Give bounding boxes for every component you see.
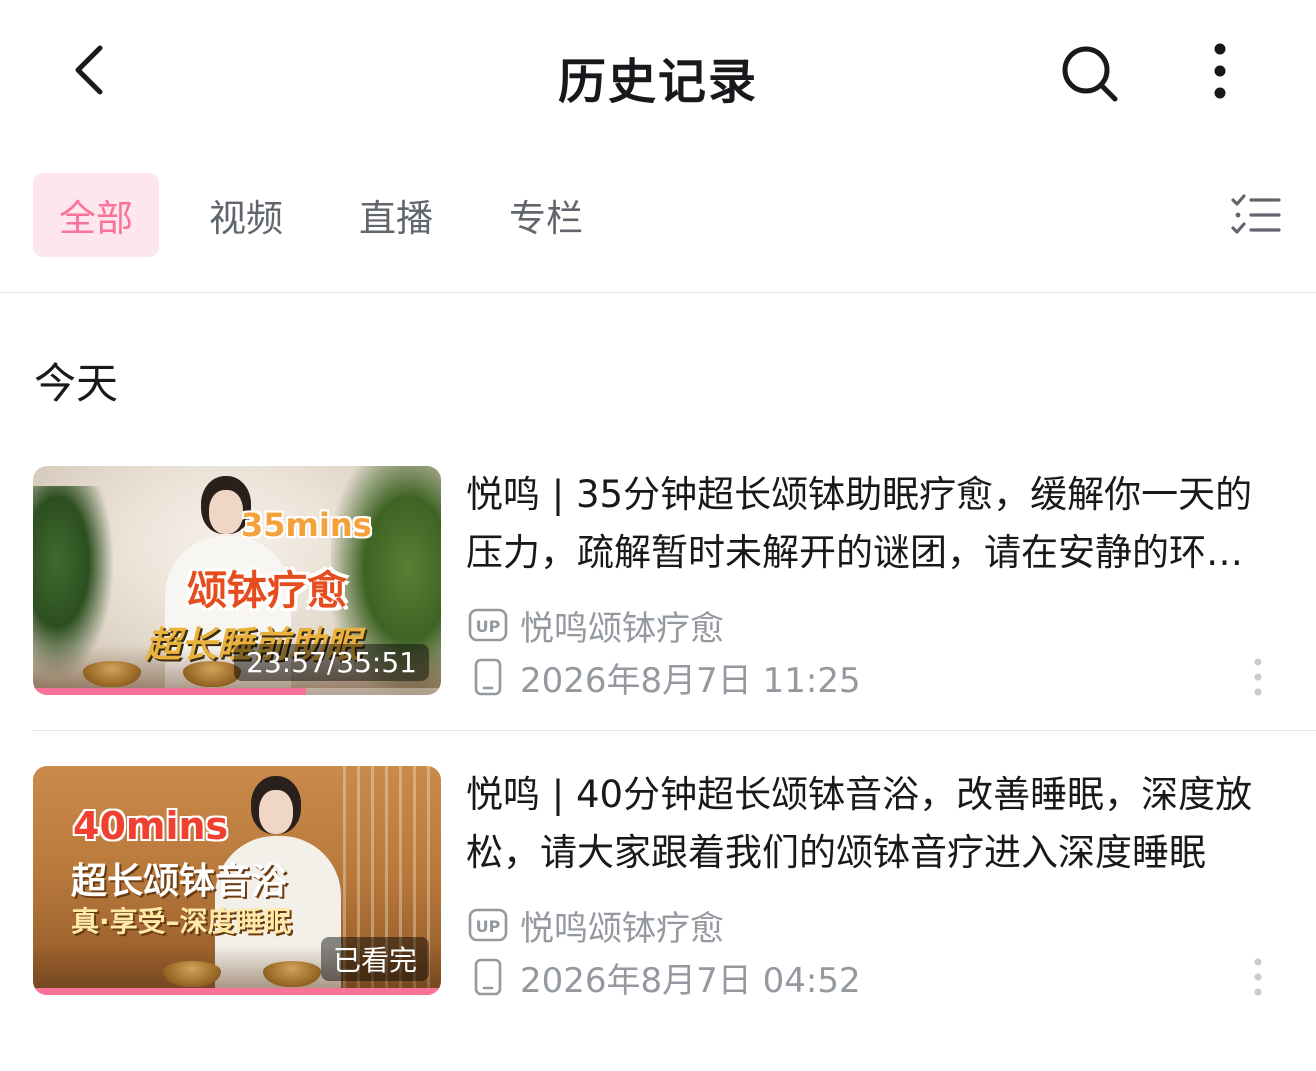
author-name: 悦鸣颂钵疗愈	[520, 908, 724, 949]
section-title-today: 今天	[34, 359, 119, 408]
video-title[interactable]: 悦鸣 | 40分钟超长颂钵音浴，改善睡眠，深度放松，请大家跟着我们的颂钵音疗进入…	[466, 766, 1276, 882]
thumbnail-text: 40mins	[73, 804, 229, 848]
progress-label: 已看完	[320, 937, 429, 981]
item-more-button[interactable]	[1238, 652, 1278, 702]
filter-tabs: 全部 视频 直播 专栏	[0, 170, 1316, 260]
author-row[interactable]: UP 悦鸣颂钵疗愈	[468, 902, 724, 949]
history-item[interactable]: 40mins 超长颂钵音浴 真·享受–深度睡眠 已看完 悦鸣 | 40分钟超长颂…	[0, 766, 1316, 1001]
history-item[interactable]: 35mins 颂钵疗愈 超长睡前助眠 23:57/35:51 悦鸣 | 35分钟…	[0, 466, 1316, 701]
watch-time-row: 2026年8月7日 11:25	[468, 654, 861, 701]
thumbnail-text: 35mins	[241, 506, 372, 544]
author-row[interactable]: UP 悦鸣颂钵疗愈	[468, 602, 724, 649]
progress-bar-fill	[33, 688, 306, 695]
search-button[interactable]	[1056, 40, 1122, 106]
thumbnail-text: 真·享受–深度睡眠	[71, 905, 292, 938]
more-vertical-icon	[1254, 658, 1262, 696]
progress-bar	[33, 688, 441, 695]
progress-bar-fill	[33, 988, 441, 995]
back-button[interactable]	[60, 40, 120, 100]
watch-time: 2026年8月7日 04:52	[520, 960, 861, 1001]
phone-icon	[468, 657, 508, 697]
top-bar: 历史记录	[0, 0, 1316, 145]
item-divider	[33, 730, 1316, 731]
tab-video[interactable]: 视频	[186, 173, 306, 257]
tab-live[interactable]: 直播	[336, 173, 456, 257]
search-icon	[1062, 46, 1118, 102]
progress-label: 23:57/35:51	[234, 644, 429, 681]
tabs-divider	[0, 292, 1316, 293]
up-badge-icon: UP	[468, 605, 508, 645]
tab-all[interactable]: 全部	[33, 173, 159, 257]
up-badge-text: UP	[476, 617, 501, 636]
video-thumbnail[interactable]: 35mins 颂钵疗愈 超长睡前助眠 23:57/35:51	[33, 466, 441, 695]
more-vertical-icon	[1254, 958, 1262, 996]
video-thumbnail[interactable]: 40mins 超长颂钵音浴 真·享受–深度睡眠 已看完	[33, 766, 441, 995]
video-title[interactable]: 悦鸣 | 35分钟超长颂钵助眠疗愈，缓解你一天的压力，疏解暂时未解开的谜团，请在…	[466, 466, 1276, 582]
manage-button[interactable]	[1226, 190, 1286, 240]
thumbnail-text: 颂钵疗愈	[187, 568, 347, 614]
watch-time-row: 2026年8月7日 04:52	[468, 954, 861, 1001]
more-vertical-icon	[1214, 43, 1226, 99]
thumbnail-text: 超长颂钵音浴	[71, 861, 288, 902]
watch-time: 2026年8月7日 11:25	[520, 660, 861, 701]
more-options-button[interactable]	[1192, 38, 1248, 104]
progress-bar	[33, 988, 441, 995]
up-badge-icon: UP	[468, 905, 508, 945]
author-name: 悦鸣颂钵疗愈	[520, 608, 724, 649]
item-more-button[interactable]	[1238, 952, 1278, 1002]
phone-icon	[468, 957, 508, 997]
checklist-icon	[1231, 194, 1281, 234]
up-badge-text: UP	[476, 917, 501, 936]
tab-column[interactable]: 专栏	[486, 173, 606, 257]
chevron-left-icon	[75, 45, 103, 95]
